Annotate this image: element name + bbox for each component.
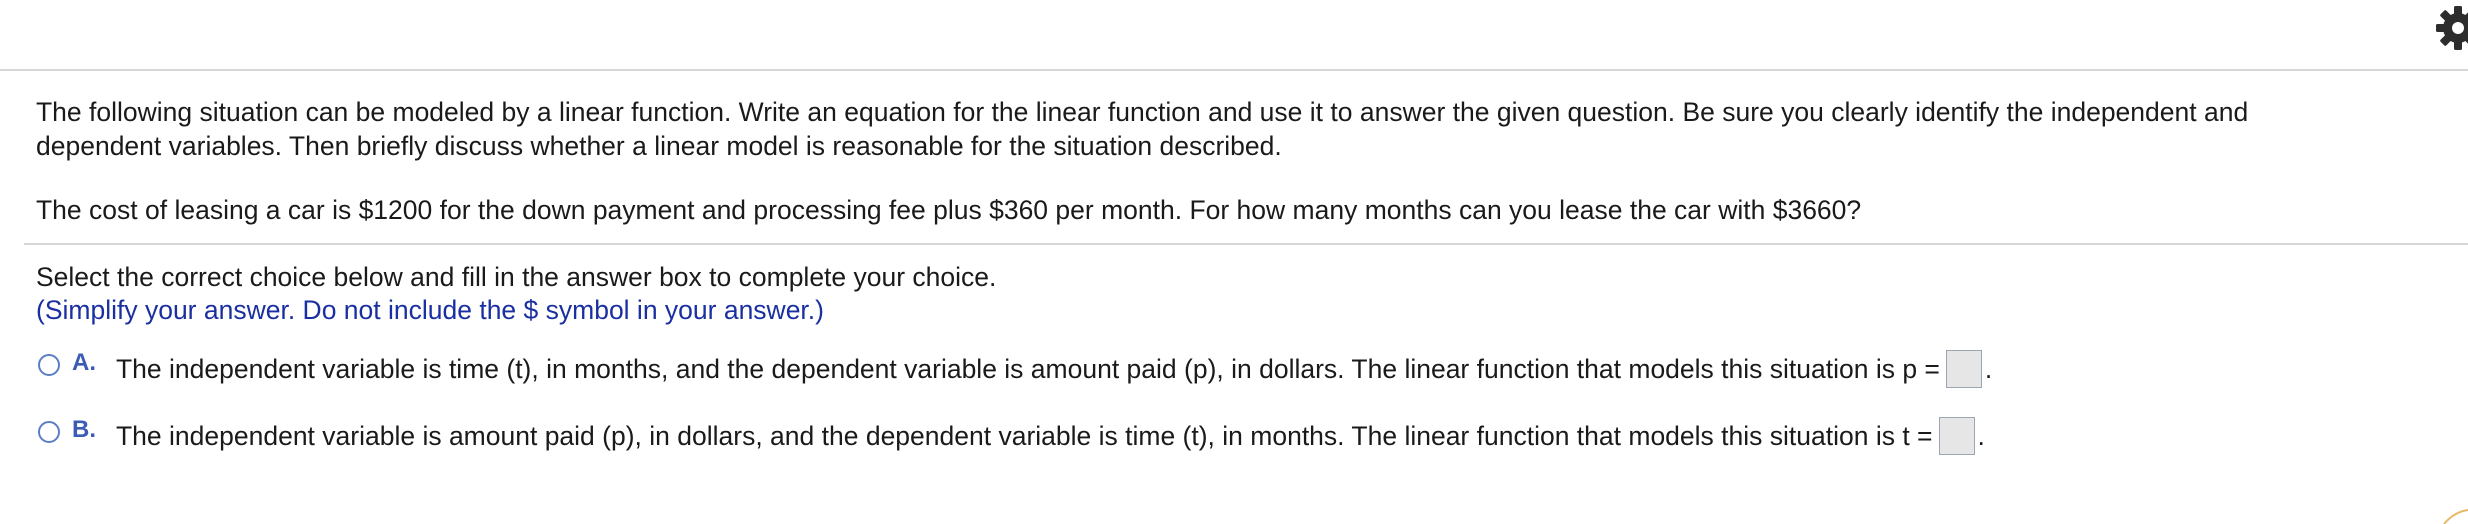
problem-scenario: The cost of leasing a car is $1200 for t… — [36, 195, 1862, 225]
problem-intro-line-2: dependent variables. Then briefly discus… — [36, 131, 1282, 161]
answer-instruction: Select the correct choice below and fill… — [36, 262, 997, 292]
answer-hint: (Simplify your answer. Do not include th… — [36, 295, 824, 325]
choice-a-answer-box[interactable] — [1945, 350, 1982, 388]
choice-a-radio[interactable] — [38, 354, 60, 376]
choice-b-text: The independent variable is amount paid … — [116, 420, 1933, 451]
question-page: The following situation can be modeled b… — [0, 0, 2468, 524]
choice-a-period: . — [1984, 353, 1993, 384]
choice-a[interactable]: A. The independent variable is time (t),… — [38, 349, 1993, 388]
choice-b-period: . — [1977, 420, 1985, 451]
choice-b-answer-box[interactable] — [1938, 417, 1975, 455]
choice-b[interactable]: B. The independent variable is amount pa… — [38, 416, 1985, 455]
problem-intro: The following situation can be modeled b… — [36, 95, 2248, 163]
choice-b-letter: B. — [72, 416, 96, 443]
gear-icon[interactable] — [2424, 2, 2468, 58]
choice-a-letter: A. — [72, 349, 96, 376]
section-divider — [24, 243, 2468, 245]
choice-a-text: The independent variable is time (t), in… — [116, 353, 1940, 384]
corner-handle-icon — [2443, 509, 2468, 524]
choice-b-radio[interactable] — [38, 421, 60, 443]
problem-intro-line-1: The following situation can be modeled b… — [36, 97, 2249, 127]
header-divider — [0, 69, 2468, 71]
